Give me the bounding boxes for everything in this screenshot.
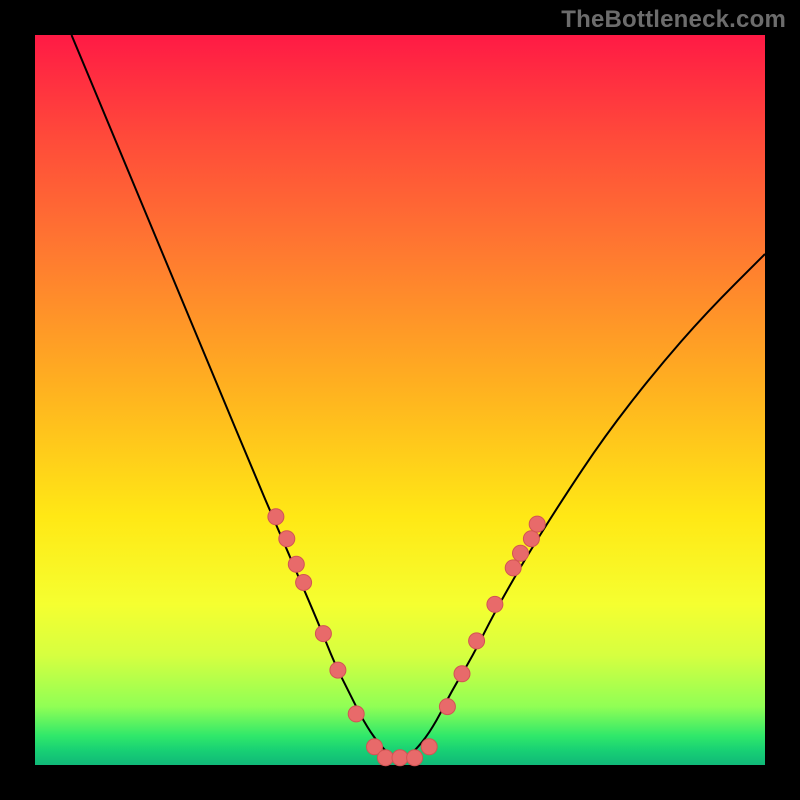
marker-right-1 [439,699,455,715]
marker-left-7 [348,706,364,722]
marker-bottom-3 [392,750,408,766]
bottleneck-curve [72,35,766,758]
marker-right-7 [523,531,539,547]
marker-left-1 [268,509,284,525]
marker-left-4 [296,575,312,591]
marker-group [268,509,545,766]
marker-bottom-4 [407,750,423,766]
marker-left-3 [288,556,304,572]
marker-right-3 [469,633,485,649]
marker-right-2 [454,666,470,682]
marker-right-4 [487,596,503,612]
chart-overlay [35,35,765,765]
watermark-text: TheBottleneck.com [561,6,786,34]
marker-right-5 [505,560,521,576]
marker-bottom-2 [377,750,393,766]
marker-left-6 [330,662,346,678]
chart-frame: TheBottleneck.com [0,0,800,800]
marker-left-2 [279,531,295,547]
marker-right-6 [513,545,529,561]
marker-left-5 [315,626,331,642]
marker-right-8 [529,516,545,532]
marker-bottom-5 [421,739,437,755]
